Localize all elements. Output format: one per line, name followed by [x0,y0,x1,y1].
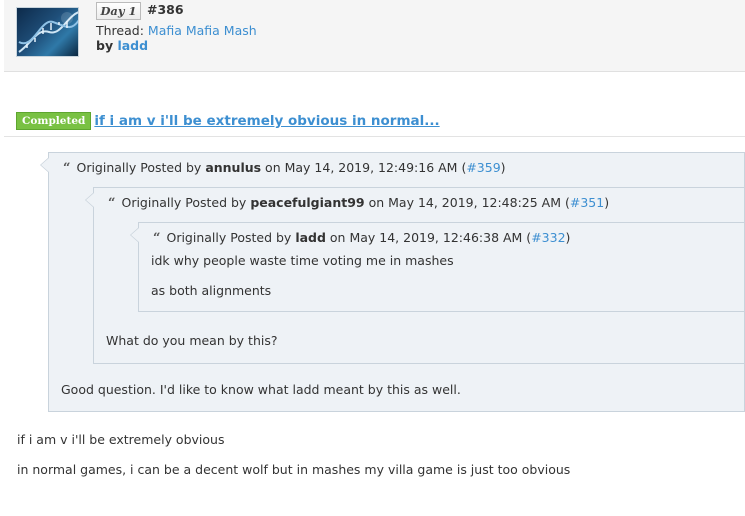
post-body-line: if i am v i'll be extremely obvious [17,432,225,447]
quote-prefix: Originally Posted by [76,160,206,175]
quote-header: “ Originally Posted by ladd on May 14, 20… [153,230,570,246]
quote-ref-link[interactable]: #359 [466,160,500,175]
quote-date: on May 14, 2019, 12:46:38 AM ( [325,230,532,245]
quote-prefix: Originally Posted by [166,230,296,245]
quote-ref-link[interactable]: #332 [531,230,565,245]
post-number[interactable]: #386 [147,2,184,17]
quote-close: ) [500,160,506,175]
quote-text-line: idk why people waste time voting me in m… [151,253,454,268]
quote-icon: “ [108,196,116,211]
quote-author: ladd [295,230,326,245]
quote-author: peacefulgiant99 [250,195,365,210]
post-body-line: in normal games, i can be a decent wolf … [17,462,571,477]
quote-close: ) [604,195,610,210]
quote-ladd: “ Originally Posted by ladd on May 14, 20… [130,222,745,312]
thread-line: Thread: Mafia Mafia Mash [96,23,257,38]
quote-text-line: as both alignments [151,283,272,298]
quote-icon: “ [153,231,161,246]
quote-date: on May 14, 2019, 12:49:16 AM ( [261,160,467,175]
day-badge: Day 1 [96,2,141,20]
status-badge: Completed [16,112,92,130]
divider [4,136,745,137]
post-header: Day 1 #386 Thread: Mafia Mafia Mash by l… [4,0,745,72]
thread-link[interactable]: Mafia Mafia Mash [148,23,257,38]
quote-ref-link[interactable]: #351 [570,195,604,210]
post-title-link[interactable]: if i am v i'll be extremely obvious in n… [94,113,439,129]
thread-prefix: Thread: [96,23,148,38]
author-link[interactable]: ladd [117,38,148,53]
by-prefix: by [96,38,118,53]
author-line: by ladd [96,38,148,53]
quote-prefix: Originally Posted by [121,195,251,210]
post-title-row: Completed if i am v i'll be extremely obv… [16,112,440,132]
quote-header: “ Originally Posted by peacefulgiant99 on… [108,195,609,211]
quote-reply-text: Good question. I'd like to know what lad… [61,382,461,397]
quote-author: annulus [205,160,262,175]
quote-date: on May 14, 2019, 12:48:25 AM ( [364,195,570,210]
quote-icon: “ [63,161,71,176]
quote-close: ) [565,230,571,245]
quote-header: “ Originally Posted by annulus on May 14,… [63,160,506,176]
quote-reply-text: What do you mean by this? [106,333,278,348]
dna-helix-icon[interactable] [16,7,79,57]
